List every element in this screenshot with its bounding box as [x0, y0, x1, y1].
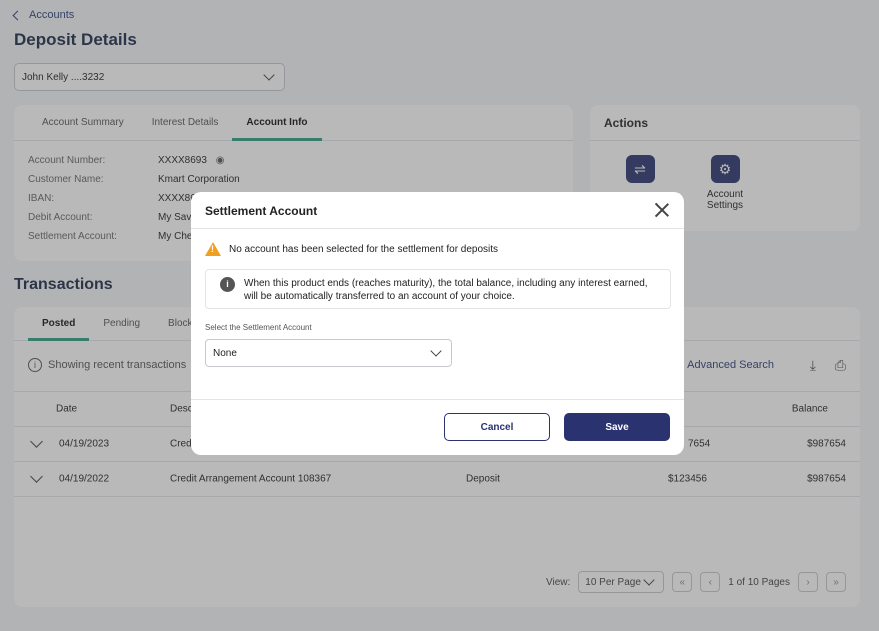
- settlement-account-select[interactable]: None: [205, 339, 452, 367]
- warning-message: ! No account has been selected for the s…: [205, 242, 498, 256]
- warning-text: No account has been selected for the set…: [229, 243, 499, 255]
- note-line-1: When this product ends (reaches maturity…: [244, 278, 648, 289]
- settlement-account-modal: Settlement Account ! No account has been…: [191, 192, 684, 455]
- settlement-account-select-value: None: [213, 347, 237, 359]
- save-button[interactable]: Save: [564, 413, 670, 441]
- maturity-note: i When this product ends (reaches maturi…: [205, 269, 671, 309]
- chevron-down-icon: [430, 345, 442, 357]
- info-icon: i: [220, 277, 235, 292]
- cancel-button[interactable]: Cancel: [444, 413, 550, 441]
- modal-title: Settlement Account: [191, 192, 684, 229]
- note-line-2: will be automatically transferred to an …: [244, 291, 515, 302]
- close-icon[interactable]: [654, 202, 670, 218]
- settlement-account-field-label: Select the Settlement Account: [205, 323, 312, 332]
- warning-icon: !: [205, 242, 221, 256]
- modal-footer-divider: [191, 399, 684, 400]
